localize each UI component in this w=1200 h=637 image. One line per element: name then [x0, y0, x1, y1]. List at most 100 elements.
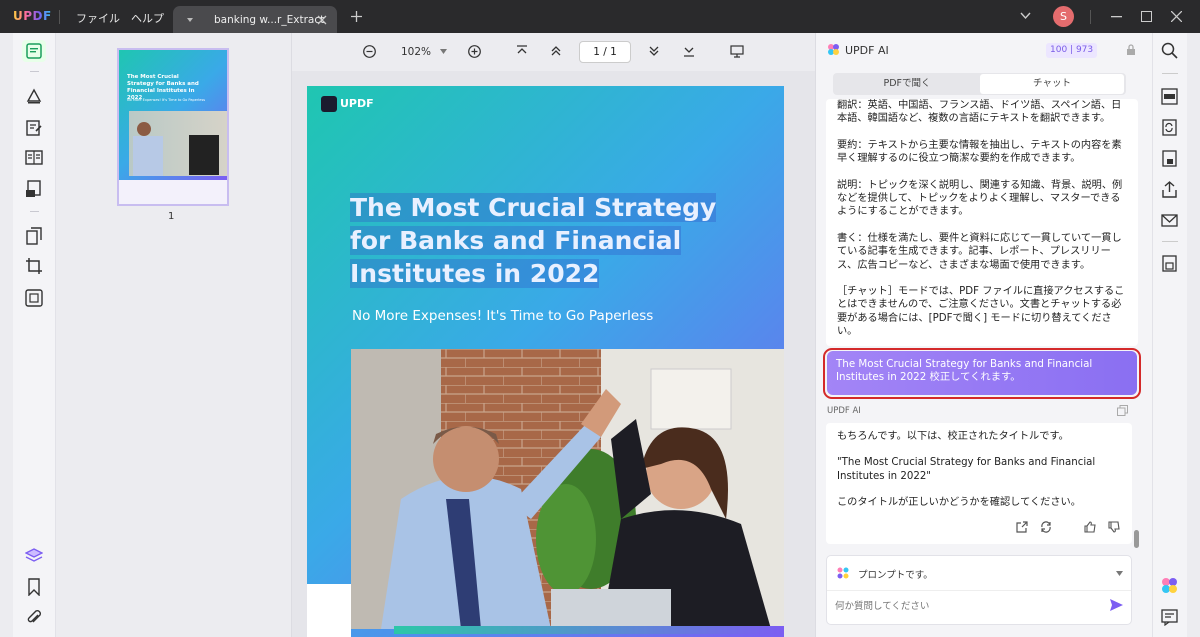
page-number-input[interactable]: 1 / 1 — [579, 41, 631, 63]
divider — [30, 211, 39, 212]
thumb-photo-figure — [137, 122, 151, 136]
ai-mode-tabs: PDFで聞く チャット — [833, 73, 1126, 95]
close-window-icon[interactable] — [1171, 11, 1182, 22]
attachment-icon[interactable] — [25, 609, 43, 627]
right-toolbar — [1152, 33, 1187, 637]
cover-photo — [351, 349, 784, 629]
next-page-icon[interactable] — [648, 45, 660, 57]
viewer-toolbar: 102% 1 / 1 — [292, 33, 815, 71]
document-subtitle: No More Expenses! It's Time to Go Paperl… — [352, 308, 654, 324]
chat-scrollbar[interactable] — [1134, 530, 1139, 548]
ocr-icon[interactable] — [1161, 88, 1178, 105]
bookmark-icon[interactable] — [25, 578, 43, 596]
prompt-box: プロンプトです。 — [826, 555, 1132, 625]
crop-icon[interactable] — [25, 257, 43, 275]
ai-panel-title: UPDF AI — [845, 44, 889, 57]
ai-sender-label: UPDF AI — [827, 406, 861, 416]
ai-logo-icon — [828, 44, 839, 55]
first-page-icon[interactable] — [516, 45, 528, 57]
chevron-down-icon[interactable] — [186, 17, 194, 23]
copy-icon[interactable] — [1117, 405, 1128, 416]
save-icon[interactable] — [1161, 255, 1178, 272]
zoom-level[interactable]: 102% — [401, 46, 431, 58]
new-tab-icon[interactable] — [351, 11, 362, 22]
tab-ask-pdf[interactable]: PDFで聞く — [835, 74, 979, 94]
credits-badge: 100 | 973 — [1046, 43, 1098, 58]
thumbs-up-icon[interactable] — [1084, 521, 1096, 533]
page-corner — [307, 584, 351, 637]
avatar[interactable]: S — [1053, 6, 1074, 27]
reply-paragraph: このタイトルが正しいかどうかを確認してください。 — [837, 497, 1081, 509]
left-toolbar — [13, 33, 56, 637]
chevron-down-icon[interactable] — [1020, 12, 1031, 20]
presentation-icon[interactable] — [730, 45, 744, 58]
question-input[interactable] — [835, 596, 1095, 616]
share-icon[interactable] — [1161, 181, 1178, 198]
thumb-subtitle: No More Expenses! It's Time to Go Paperl… — [127, 98, 206, 102]
prompt-selector[interactable]: プロンプトです。 — [858, 567, 933, 581]
comment-icon[interactable] — [25, 87, 43, 105]
send-icon[interactable] — [1110, 599, 1123, 611]
message-paragraph: 翻訳：英語、中国語、フランス語、ドイツ語、スペイン語、日本語、韓国語など、複数の… — [837, 100, 1122, 125]
convert-pdf-icon[interactable] — [1161, 119, 1178, 136]
pdf-page: UPDF The Most Crucial Strategy for Banks… — [307, 86, 784, 637]
reply-paragraph: "The Most Crucial Strategy for Banks and… — [837, 457, 1096, 482]
export-icon[interactable] — [1016, 521, 1028, 533]
tab-title: banking w...r_Extract — [214, 14, 325, 26]
updf-ai-icon[interactable] — [1161, 577, 1178, 594]
pages-icon[interactable] — [25, 227, 43, 245]
form-icon[interactable] — [25, 180, 43, 198]
divider — [1162, 241, 1178, 242]
search-icon[interactable] — [1161, 42, 1178, 59]
page-logo: UPDF — [321, 96, 374, 112]
thumb-footer — [119, 180, 227, 204]
ai-message: 翻訳：英語、中国語、フランス語、ドイツ語、スペイン語、日本語、韓国語など、複数の… — [826, 99, 1138, 346]
edit-pdf-icon[interactable] — [25, 119, 43, 137]
page-accent-strip — [394, 626, 784, 634]
maximize-icon[interactable] — [1141, 11, 1152, 22]
chevron-down-icon[interactable] — [1116, 571, 1123, 576]
previous-page-icon[interactable] — [550, 45, 562, 57]
highlight-ring — [823, 348, 1141, 399]
zoom-out-icon[interactable] — [363, 45, 376, 58]
credits-ask-pdf: 100 — [1050, 45, 1068, 55]
organize-icon[interactable] — [25, 149, 43, 167]
document-tab[interactable]: banking w...r_Extract — [173, 6, 337, 33]
divider — [30, 71, 39, 72]
comment-list-icon[interactable] — [1161, 609, 1178, 626]
divider — [1162, 73, 1178, 74]
email-icon[interactable] — [1161, 212, 1178, 229]
divider — [827, 590, 1131, 591]
credits-chat: 973 — [1075, 45, 1094, 55]
last-page-icon[interactable] — [683, 45, 695, 57]
minimize-icon[interactable] — [1111, 16, 1122, 18]
regenerate-icon[interactable] — [1040, 521, 1052, 533]
menu-file[interactable]: ファイル — [76, 10, 120, 26]
message-paragraph: 書く：仕様を満たし、要件と資料に応じて一貫していて一貫している記事を生成できます… — [837, 232, 1122, 271]
chevron-down-icon[interactable] — [440, 49, 447, 54]
convert-icon[interactable] — [25, 289, 43, 307]
thumb-photo-figure — [189, 135, 219, 175]
layers-icon[interactable] — [25, 547, 43, 565]
reader-icon — [26, 43, 42, 59]
title-bar: UPDF ファイル ヘルプ banking w...r_Extract S — [0, 0, 1200, 33]
close-icon[interactable] — [317, 15, 327, 25]
message-paragraph: 説明：トピックを深く説明し、関連する知識、背景、説明、例などを提供して、トピック… — [837, 179, 1123, 218]
reply-paragraph: もちろんです。以下は、校正されたタイトルです。 — [837, 431, 1069, 442]
lock-icon[interactable] — [1126, 44, 1136, 56]
thumbs-down-icon[interactable] — [1108, 521, 1120, 533]
ai-reply: もちろんです。以下は、校正されたタイトルです。 "The Most Crucia… — [826, 423, 1132, 544]
protect-icon[interactable] — [1161, 150, 1178, 167]
document-title[interactable]: The Most Crucial Strategy for Banks and … — [350, 191, 750, 290]
document-viewer: 102% 1 / 1 UPDF The Most Crucial Strateg… — [292, 33, 815, 637]
zoom-in-icon[interactable] — [468, 45, 481, 58]
prompt-icon — [837, 567, 849, 579]
page-thumbnail[interactable]: The Most Crucial Strategy for Banks and … — [117, 48, 229, 206]
thumb-photo-figure — [133, 136, 163, 176]
thumbnail-panel: The Most Crucial Strategy for Banks and … — [56, 33, 292, 637]
reader-mode-button[interactable] — [22, 40, 46, 62]
menu-help[interactable]: ヘルプ — [131, 10, 164, 26]
window-edge — [1187, 33, 1200, 637]
message-paragraph: ［チャット］モードでは、PDF ファイルに直接アクセスすることはできませんので、… — [837, 286, 1125, 338]
tab-chat[interactable]: チャット — [980, 74, 1124, 94]
